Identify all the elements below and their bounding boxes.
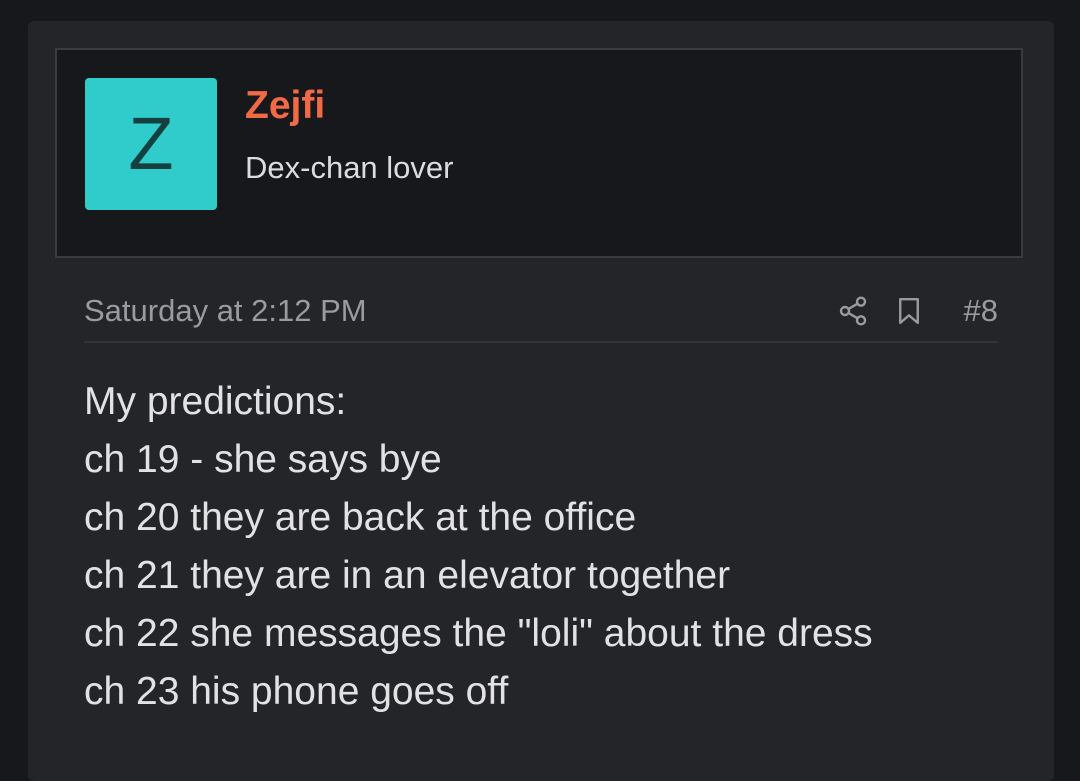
post-actions: #8 (836, 291, 998, 331)
body-line: ch 22 she messages the "loli" about the … (84, 612, 873, 655)
post-body: My predictions: ch 19 - she says bye ch … (84, 373, 998, 721)
body-line: ch 20 they are back at the office (84, 496, 637, 539)
body-line: ch 21 they are in an elevator together (84, 554, 731, 597)
avatar[interactable]: Z (85, 78, 217, 210)
avatar-letter: Z (128, 102, 174, 185)
user-block: Z Zejfi Dex-chan lover (55, 48, 1023, 258)
body-line: ch 23 his phone goes off (84, 670, 509, 713)
share-icon[interactable] (836, 294, 870, 328)
post-timestamp[interactable]: Saturday at 2:12 PM (84, 291, 367, 331)
post-number-link[interactable]: #8 (964, 291, 998, 331)
post-card: Z Zejfi Dex-chan lover Saturday at 2:12 … (28, 21, 1054, 781)
body-line: ch 19 - she says bye (84, 438, 442, 481)
user-title: Dex-chan lover (245, 150, 454, 185)
post-meta-bar: Saturday at 2:12 PM #8 (84, 289, 998, 343)
body-line: My predictions: (84, 380, 347, 423)
bookmark-icon[interactable] (892, 294, 926, 328)
username-link[interactable]: Zejfi (245, 82, 325, 130)
